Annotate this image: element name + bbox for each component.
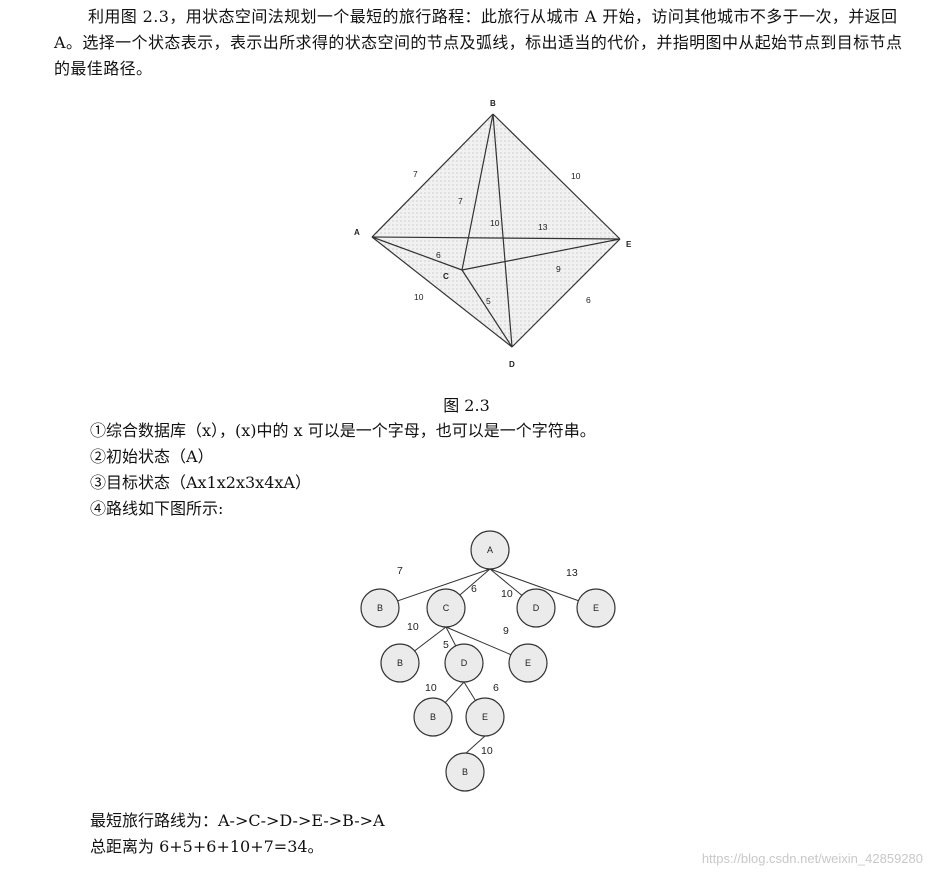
city-graph-figure: B A E C D 7 7 10 10 13 6 9 10 5 6: [354, 99, 632, 369]
problem-paragraph: 利用图 2.3，用状态空间法规划一个最短的旅行路程：此旅行从城市 A 开始，访问…: [54, 4, 914, 82]
watermark: https://blog.csdn.net/weixin_42859280: [701, 851, 923, 866]
list-item: ②初始状态（A）: [90, 447, 214, 466]
list-item: ④路线如下图所示:: [90, 499, 224, 518]
edge-label-CE: 9: [556, 264, 561, 274]
node-label-E: E: [626, 240, 632, 249]
tree-edge-label: 10: [481, 745, 493, 757]
tree-edge-label: 6: [471, 583, 477, 595]
edge-label-BE: 10: [571, 171, 581, 181]
tree-node-label: E: [482, 712, 488, 722]
node-label-C: C: [443, 272, 449, 281]
edge-label-AD: 10: [414, 292, 424, 302]
node-label-A: A: [354, 228, 360, 237]
tree-node-label: C: [443, 603, 450, 613]
result-block: 最短旅行路线为：A->C->D->E->B->A 总距离为 6+5+6+10+7…: [90, 808, 385, 860]
node-label-D: D: [509, 360, 515, 369]
tree-edge-label: 10: [501, 588, 513, 600]
tree-node-label: B: [462, 767, 468, 777]
tree-node-label: E: [525, 658, 531, 668]
search-tree-figure: A B C D E B D E B E B 7 6 10 13 10 5 9 1…: [360, 530, 616, 792]
edge-label-AB: 7: [413, 169, 418, 179]
tree-node-label: A: [487, 545, 493, 555]
tree-edge-label: 6: [493, 682, 499, 694]
tree-edge-label: 5: [443, 639, 449, 651]
tree-node-label: B: [397, 658, 403, 668]
tree-node-label: D: [461, 658, 468, 668]
node-label-B: B: [490, 99, 496, 108]
list-item: ③目标状态（Ax1x2x3x4xA）: [90, 473, 311, 492]
tree-node-label: B: [377, 603, 383, 613]
list-item: ①综合数据库（x），(x)中的 x 可以是一个字母，也可以是一个字符串。: [90, 421, 596, 440]
tree-node-label: E: [593, 603, 599, 613]
edge-label-DE: 6: [586, 295, 591, 305]
total-distance: 总距离为 6+5+6+10+7=34。: [90, 837, 324, 856]
solution-list: ①综合数据库（x），(x)中的 x 可以是一个字母，也可以是一个字符串。 ②初始…: [90, 418, 596, 522]
edge-label-BC: 7: [458, 196, 463, 206]
edge-label-BD: 10: [490, 218, 500, 228]
tree-node-label: D: [533, 603, 540, 613]
edge-label-CD: 5: [486, 296, 491, 306]
tree-edge-label: 13: [566, 567, 578, 579]
edge-label-AC: 6: [436, 250, 441, 260]
problem-text: 利用图 2.3，用状态空间法规划一个最短的旅行路程：此旅行从城市 A 开始，访问…: [54, 7, 903, 78]
tree-edge-label: 10: [425, 682, 437, 694]
shortest-route: 最短旅行路线为：A->C->D->E->B->A: [90, 811, 385, 830]
tree-edge-label: 7: [397, 565, 403, 577]
tree-edge-label: 10: [407, 621, 419, 633]
tree-edge-label: 9: [503, 625, 509, 637]
tree-node-label: B: [430, 712, 436, 722]
figure-caption: 图 2.3: [443, 396, 490, 415]
edge-label-AE: 13: [538, 222, 548, 232]
